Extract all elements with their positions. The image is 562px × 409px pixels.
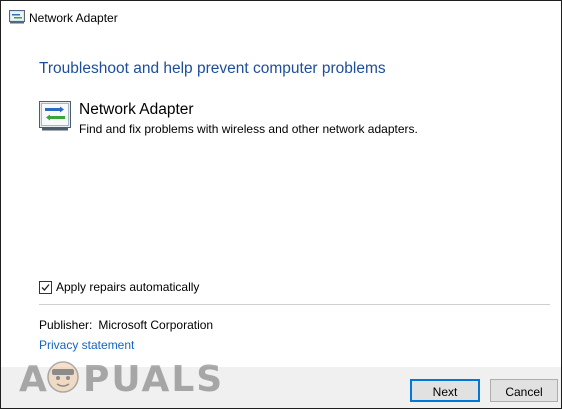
checkmark-icon bbox=[41, 283, 50, 291]
apply-repairs-label[interactable]: Apply repairs automatically bbox=[56, 280, 199, 294]
page-heading: Troubleshoot and help prevent computer p… bbox=[39, 60, 386, 77]
troubleshooter-window: Network Adapter Troubleshoot and help pr… bbox=[0, 0, 562, 409]
next-button[interactable]: Next bbox=[410, 379, 480, 402]
network-adapter-icon bbox=[9, 10, 25, 24]
publisher-info: Publisher: Microsoft Corporation bbox=[39, 318, 213, 332]
svg-text:A: A bbox=[19, 359, 49, 399]
title-bar: Network Adapter bbox=[1, 1, 561, 35]
publisher-label: Publisher: bbox=[39, 318, 93, 332]
window-title: Network Adapter bbox=[29, 11, 118, 25]
troubleshooter-description: Find and fix problems with wireless and … bbox=[79, 122, 418, 136]
section-divider bbox=[39, 304, 550, 305]
apply-repairs-checkbox[interactable] bbox=[39, 280, 52, 294]
cancel-button[interactable]: Cancel bbox=[490, 379, 558, 402]
publisher-value: Microsoft Corporation bbox=[98, 318, 214, 332]
privacy-statement-link[interactable]: Privacy statement bbox=[39, 338, 134, 352]
troubleshooter-title: Network Adapter bbox=[79, 101, 194, 118]
appuals-watermark: A PUALS bbox=[19, 353, 229, 400]
network-adapter-icon bbox=[39, 101, 71, 131]
svg-text:PUALS: PUALS bbox=[83, 359, 224, 399]
apply-repairs-checkbox-row[interactable]: Apply repairs automatically bbox=[39, 279, 199, 295]
